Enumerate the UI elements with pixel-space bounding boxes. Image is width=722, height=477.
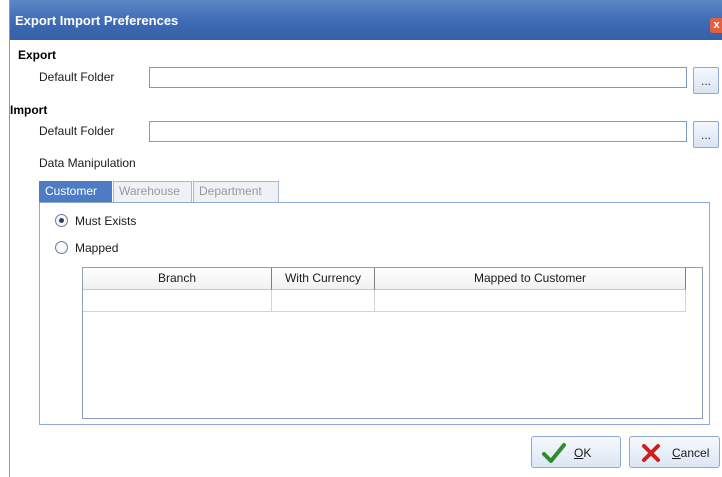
- tab-customer[interactable]: Customer: [39, 181, 112, 202]
- close-button[interactable]: x: [710, 18, 722, 33]
- data-manipulation-label: Data Manipulation: [39, 156, 136, 170]
- x-icon: [642, 444, 660, 462]
- export-heading: Export: [18, 48, 57, 62]
- export-default-folder-input[interactable]: [149, 67, 687, 88]
- export-default-folder-label: Default Folder: [39, 70, 115, 84]
- must-exists-radio[interactable]: [55, 214, 68, 227]
- must-exists-label: Must Exists: [75, 214, 137, 228]
- ok-button[interactable]: OK: [531, 436, 621, 468]
- mapped-label: Mapped: [75, 241, 119, 255]
- customer-tab-panel: Must Exists Mapped Branch With Currency …: [39, 202, 710, 425]
- cell-mapped-to-customer[interactable]: [375, 290, 686, 312]
- import-browse-button[interactable]: ...: [693, 121, 719, 148]
- title-bar[interactable]: Export Import Preferences x: [10, 0, 722, 40]
- mapping-grid[interactable]: Branch With Currency Mapped to Customer: [82, 267, 703, 419]
- tab-department[interactable]: Department: [193, 181, 279, 202]
- export-browse-button[interactable]: ...: [693, 67, 719, 94]
- close-icon: x: [713, 19, 720, 31]
- column-header-branch[interactable]: Branch: [83, 268, 272, 290]
- dialog-title: Export Import Preferences: [15, 13, 179, 28]
- table-row[interactable]: [83, 290, 686, 312]
- cancel-label: Cancel: [672, 446, 710, 460]
- import-default-folder-input[interactable]: [149, 121, 687, 142]
- grid-header-row: Branch With Currency Mapped to Customer: [83, 268, 686, 290]
- check-icon: [542, 443, 566, 463]
- tab-warehouse[interactable]: Warehouse: [113, 181, 192, 202]
- cancel-button[interactable]: Cancel: [629, 436, 720, 468]
- cell-with-currency[interactable]: [272, 290, 375, 312]
- column-header-mapped-to-customer[interactable]: Mapped to Customer: [375, 268, 686, 290]
- column-header-with-currency[interactable]: With Currency: [272, 268, 375, 290]
- cell-branch[interactable]: [83, 290, 272, 312]
- ok-label: OK: [574, 446, 592, 460]
- export-import-preferences-dialog: Export Import Preferences x Export Defau…: [9, 0, 722, 477]
- import-default-folder-label: Default Folder: [39, 124, 115, 138]
- mapped-radio[interactable]: [55, 241, 68, 254]
- import-heading: Import: [10, 103, 48, 117]
